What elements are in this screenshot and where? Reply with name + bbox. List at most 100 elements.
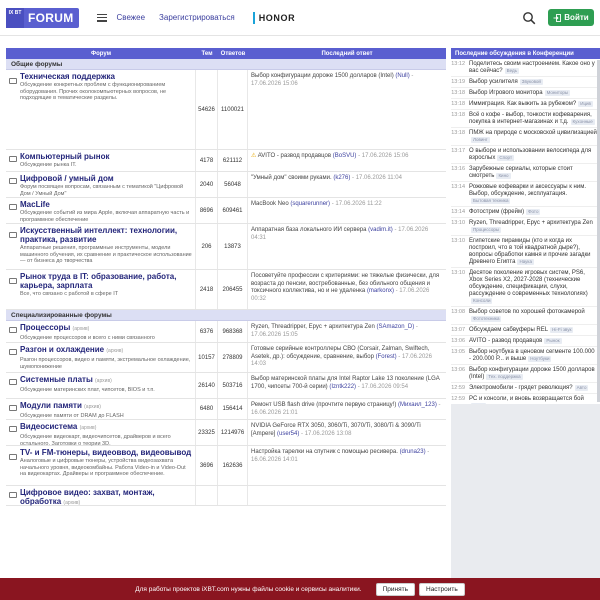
- last-reply-topic[interactable]: "Умный дом" своими руками.: [251, 175, 332, 181]
- archive-label[interactable]: (архив): [63, 500, 80, 506]
- cookie-settings-button[interactable]: Настроить: [419, 582, 465, 596]
- sidebar-item[interactable]: 13:18 Всё о кофе - выбор, тонкости кофева…: [451, 110, 600, 128]
- last-reply-topic[interactable]: Настройка тарелки на спутник с помощью р…: [251, 449, 398, 455]
- sidebar-item-text[interactable]: Электромобили - грядет революция? Авто: [469, 384, 589, 392]
- forum-title-link[interactable]: Искусственный интеллект: технологии, пра…: [20, 226, 193, 244]
- sidebar-item-text[interactable]: Выбор Игрового монитора Мониторы: [469, 89, 571, 97]
- sidebar-item[interactable]: 13:12 Поделитесь своим настроением. Какое…: [451, 59, 600, 77]
- login-button[interactable]: Войти: [548, 9, 594, 26]
- sidebar-item-text[interactable]: Обсуждаем сабвуферы REL Hi-Fi звук: [469, 326, 574, 334]
- sidebar-item[interactable]: 13:18 ПМЖ на природе с московской цивилиз…: [451, 128, 600, 146]
- forum-title-link[interactable]: Цифровой / умный дом: [20, 174, 193, 183]
- forum-title-link[interactable]: Рынок труда в IT: образование, работа, к…: [20, 272, 193, 290]
- sidebar-item[interactable]: 13:18 Выбор Игрового монитора Мониторы: [451, 88, 600, 99]
- forum-title-link[interactable]: Системные платы (архив): [20, 375, 193, 386]
- last-reply-author[interactable]: (SAmazon_D): [377, 324, 415, 330]
- last-reply-topic[interactable]: Ryzen, Threadripper, Epyc + архитектура …: [251, 324, 375, 330]
- forum-title-link[interactable]: MacLife: [20, 200, 193, 209]
- nav-register-link[interactable]: Зарегистрироваться: [159, 13, 235, 22]
- archive-label[interactable]: (архив): [80, 425, 97, 431]
- archive-label[interactable]: (архив): [84, 404, 101, 410]
- sidebar-item[interactable]: 13:05 Выбор ноутбука в ценовом сегменте 1…: [451, 347, 600, 365]
- last-reply-author[interactable]: (Михаил_123): [398, 402, 437, 408]
- sidebar-item-tag[interactable]: Спорт: [497, 154, 515, 161]
- sidebar-item-text[interactable]: Иммиграция. Как выжить за рубежом? Ицив: [469, 100, 593, 108]
- sidebar-item-tag[interactable]: Фото: [526, 208, 541, 215]
- archive-label[interactable]: (архив): [95, 378, 112, 384]
- sidebar-item[interactable]: 13:10 Египетские пирамиды (кто и когда их…: [451, 236, 600, 268]
- sidebar-item[interactable]: 13:14 Фотострим (фрейм) Фото: [451, 207, 600, 218]
- sidebar-item-text[interactable]: Выбор усилителя Звуковой: [469, 78, 543, 86]
- section-header[interactable]: Специализированные форумы: [6, 310, 446, 321]
- forum-title-link[interactable]: Процессоры (архив): [20, 323, 193, 334]
- sidebar-item[interactable]: 13:07 Обсуждаем сабвуферы REL Hi-Fi звук: [451, 325, 600, 336]
- last-reply-author[interactable]: (Forest): [376, 354, 397, 360]
- sidebar-item[interactable]: 13:19 Выбор усилителя Звуковой: [451, 77, 600, 88]
- sidebar-item-text[interactable]: Всё о кофе - выбор, тонкости кофеварения…: [469, 112, 598, 126]
- sidebar-item[interactable]: 13:14 Рожковые кофеварки и аксессуары к н…: [451, 182, 600, 207]
- sidebar-item-tag[interactable]: Кухонные: [570, 118, 595, 125]
- sidebar-item-text[interactable]: О выборе и использовании велосипеда для …: [469, 148, 598, 162]
- sidebar-item-tag[interactable]: Мониторы: [544, 89, 571, 96]
- sidebar-item-text[interactable]: AVITO - развод продавцов Рынок: [469, 337, 562, 345]
- sidebar-item-text[interactable]: Египетские пирамиды (кто и когда их пост…: [469, 238, 598, 266]
- sidebar-item-tag[interactable]: Ловинг: [471, 136, 490, 143]
- sidebar-item-tag[interactable]: Консоли: [471, 297, 493, 304]
- sidebar-item-tag[interactable]: Ноутбуки: [528, 355, 552, 362]
- forum-title-link[interactable]: Цифровое видео: захват, монтаж, обработк…: [20, 488, 193, 508]
- sidebar-item-tag[interactable]: Кино: [496, 172, 511, 179]
- sidebar-item-text[interactable]: Ryzen, Threadripper, Epyc + архитектура …: [469, 220, 598, 234]
- last-reply-author[interactable]: (k276): [333, 175, 350, 181]
- sidebar-item-text[interactable]: Выбор конфигурации дороже 1500 долларов …: [469, 367, 598, 381]
- forum-title-link[interactable]: Техническая поддержка: [20, 72, 193, 81]
- sidebar-item-text[interactable]: Зарубежные сериалы, которые стоит смотре…: [469, 166, 598, 180]
- forum-title-link[interactable]: Модули памяти (архив): [20, 401, 193, 412]
- sidebar-item-tag[interactable]: Процессоры: [471, 226, 502, 233]
- sidebar-item-tag[interactable]: Hi-Fi звук: [550, 326, 574, 333]
- sidebar-item[interactable]: 13:06 Выбор конфигурации дороже 1500 долл…: [451, 365, 600, 383]
- sidebar-item[interactable]: 13:17 О выборе и использовании велосипеда…: [451, 146, 600, 164]
- sidebar-item-text[interactable]: Выбор ноутбука в ценовом сегменте 100.00…: [469, 349, 598, 363]
- sidebar-item-text[interactable]: Десятое поколение игровых систем, PS6, X…: [469, 270, 598, 305]
- section-header[interactable]: Общие форумы: [6, 59, 446, 70]
- sidebar-item-text[interactable]: Выбор советов по хорошей фотокамеройФото…: [469, 309, 598, 323]
- forum-title-link[interactable]: TV- и FM-тюнеры, видеоввод, видеовывод: [20, 448, 193, 457]
- search-icon[interactable]: [522, 11, 536, 25]
- sidebar-item-tag[interactable]: Рынок: [544, 337, 562, 344]
- last-reply-topic[interactable]: Аппаратная база локального ИИ сервера: [251, 227, 366, 233]
- last-reply-topic[interactable]: Выбор конфигурации дороже 1500 долларов …: [251, 73, 394, 79]
- last-reply-author[interactable]: (user54): [277, 431, 299, 437]
- cookie-accept-button[interactable]: Принять: [375, 582, 415, 596]
- honor-banner[interactable]: HONOR: [252, 11, 296, 24]
- sidebar-item-tag[interactable]: Авто: [574, 384, 589, 391]
- last-reply-topic[interactable]: Ремонт USB flash drive (прочтите первую …: [251, 402, 396, 408]
- last-reply-author[interactable]: (BoSVU): [333, 153, 357, 159]
- sidebar-item-tag[interactable]: Ицив: [578, 100, 593, 107]
- sidebar-item-text[interactable]: Поделитесь своим настроением. Какое оно …: [469, 61, 598, 75]
- sidebar-item-tag[interactable]: Ведь: [504, 67, 520, 74]
- last-reply-author[interactable]: (Null): [395, 73, 409, 79]
- sidebar-item[interactable]: 12:59 Электромобили - грядет революция? Ав…: [451, 383, 600, 394]
- sidebar-item-tag[interactable]: Звуковой: [519, 78, 543, 85]
- sidebar-item[interactable]: 13:06 AVITO - развод продавцов Рынок: [451, 336, 600, 347]
- sidebar-item[interactable]: 13:16 Зарубежные сериалы, которые стоит с…: [451, 164, 600, 182]
- sidebar-item[interactable]: 13:10 Ryzen, Threadripper, Epyc + архитек…: [451, 218, 600, 236]
- last-reply-author[interactable]: (druna23): [400, 449, 426, 455]
- forum-logo[interactable]: IX BT FORUM: [6, 7, 79, 28]
- sidebar-item-tag[interactable]: Наука: [517, 258, 534, 265]
- sidebar-item[interactable]: 13:18 Иммиграция. Как выжить за рубежом? И…: [451, 99, 600, 110]
- forum-title-link[interactable]: Видеосистема (архив): [20, 422, 193, 433]
- forum-title-link[interactable]: Разгон и охлаждение (архив): [20, 345, 193, 356]
- sidebar-item-tag[interactable]: Тех. поддержка: [486, 373, 523, 380]
- archive-label[interactable]: (архив): [106, 348, 123, 354]
- sidebar-item-text[interactable]: Рожковые кофеварки и аксессуары к ним. В…: [469, 184, 598, 205]
- last-reply-author[interactable]: (markonx): [367, 288, 394, 294]
- last-reply-topic[interactable]: AVITO - развод продавцов: [258, 153, 331, 159]
- menu-icon[interactable]: [96, 13, 107, 22]
- last-reply-topic[interactable]: MacBook Neo: [251, 201, 289, 207]
- last-reply-author[interactable]: (squarerunner): [290, 201, 330, 207]
- last-reply-author[interactable]: (Izntk222): [329, 384, 356, 390]
- sidebar-item[interactable]: 13:10 Десятое поколение игровых систем, P…: [451, 268, 600, 307]
- nav-fresh-link[interactable]: Свежее: [117, 13, 146, 22]
- archive-label[interactable]: (архив): [73, 326, 90, 332]
